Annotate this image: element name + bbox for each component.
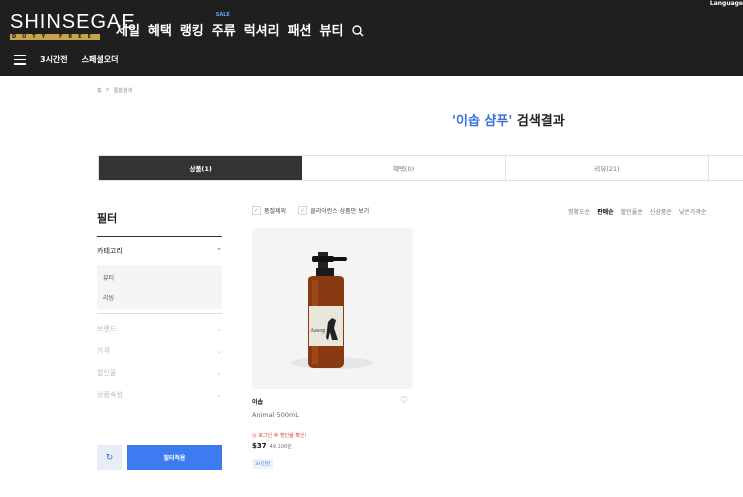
nav-liquor[interactable]: SALE 주류 [211, 12, 236, 39]
category-item-living[interactable]: 리빙 [103, 287, 216, 307]
sort-accuracy[interactable]: 정확도순 [568, 207, 590, 216]
checkbox-icon[interactable]: ✓ [298, 206, 308, 215]
tab-products[interactable]: 상품(1) [99, 156, 303, 180]
filter-category-label: 카테고리 [97, 247, 123, 255]
apply-filter-button[interactable]: 필터적용 [127, 445, 222, 470]
sort-options: 정확도순 판매순 할인율순 신상품순 낮은가격순 [568, 207, 706, 216]
chevron-up-icon: ⌃ [216, 247, 222, 255]
filter-price-label: 가격 [97, 347, 110, 355]
nav-luxury[interactable]: 럭셔리 [244, 20, 280, 39]
sub-nav: 3시간전 스페셜오더 [14, 54, 118, 65]
bottle-label-text: Aesop [310, 328, 325, 334]
sale-tag: SALE [215, 12, 230, 18]
product-brand[interactable]: 이솝 [252, 397, 263, 406]
result-options: ✓ 품절제외 ✓ 클리어런스 상품만 보기 [252, 206, 369, 215]
filter-actions: ↻ 필터적용 [97, 445, 222, 470]
product-name[interactable]: Animal 500mL [252, 411, 414, 419]
search-icon[interactable] [351, 23, 365, 37]
heart-icon[interactable]: ♡ [400, 396, 408, 406]
category-item-beauty[interactable]: 뷰티 [103, 267, 216, 287]
breadcrumb-current: 통합검색 [113, 88, 133, 94]
nav-sale[interactable]: 세일 [116, 20, 140, 39]
login-promo[interactable]: ◷ 로그인 후 할인율 확인! [252, 432, 414, 440]
page-title: '이솝 샴푸' 검색결과 [452, 110, 565, 129]
chevron-down-icon: ⌄ [216, 325, 222, 333]
sort-sales[interactable]: 판매순 [597, 207, 614, 216]
clearance-only-label: 클리어런스 상품만 보기 [310, 208, 370, 215]
delivery-badge: 3시간전 [252, 459, 274, 469]
result-tabs: 상품(1) 혜택(0) 리뷰(21) [98, 155, 743, 181]
filter-brand-label: 브랜드 [97, 325, 117, 333]
nav-benefits[interactable]: 혜택 [148, 20, 172, 39]
filter-attributes[interactable]: 상품속성 ⌄ [97, 384, 222, 406]
filter-price[interactable]: 가격 ⌄ [97, 340, 222, 362]
login-promo-text: 로그인 후 할인율 확인! [258, 433, 307, 439]
tab-reviews[interactable]: 리뷰(21) [506, 156, 710, 180]
filter-sidebar: 필터 카테고리 ⌃ 뷰티 리빙 브랜드 ⌄ 가격 ⌄ 할인율 ⌄ 상품속성 ⌄ [97, 200, 222, 406]
nav-ranking[interactable]: 랭킹 [180, 20, 204, 39]
sort-low-price[interactable]: 낮은가격순 [679, 207, 707, 216]
filter-discount[interactable]: 할인율 ⌄ [97, 362, 222, 384]
chevron-down-icon: ⌄ [216, 391, 222, 399]
filter-attributes-label: 상품속성 [97, 391, 123, 399]
subnav-3hours[interactable]: 3시간전 [40, 54, 68, 65]
clock-icon: ◷ [252, 432, 257, 439]
category-list: 뷰티 리빙 [97, 265, 222, 309]
nav-beauty[interactable]: 뷰티 [320, 20, 344, 39]
product-brand-row: 이솝 ♡ [252, 396, 414, 406]
search-keyword: '이솝 샴푸' [452, 114, 513, 129]
product-price-usd: $37 [252, 442, 267, 450]
filter-discount-label: 할인율 [97, 369, 117, 377]
chevron-down-icon: ⌄ [216, 347, 222, 355]
filter-title: 필터 [97, 212, 118, 225]
product-card[interactable]: Aesop 이솝 ♡ Animal 500mL ◷ 로그인 후 할인율 확인! … [252, 228, 414, 469]
sort-discount[interactable]: 할인율순 [621, 207, 643, 216]
main-nav: 세일 혜택 랭킹 SALE 주류 럭셔리 패션 뷰티 [116, 12, 365, 39]
clearance-only-option[interactable]: ✓ 클리어런스 상품만 보기 [298, 206, 369, 215]
product-price-row: $37 49,106원 [252, 442, 414, 450]
breadcrumb: 홈 > 통합검색 [97, 87, 132, 94]
top-header: Language SHINSEGAE DUTY FREE 세일 혜택 랭킹 SA… [0, 0, 743, 76]
product-price-krw: 49,106원 [269, 444, 292, 450]
filter-divider [97, 313, 222, 314]
hamburger-menu-icon[interactable] [14, 54, 26, 65]
nav-fashion[interactable]: 패션 [288, 20, 312, 39]
search-result-suffix: 검색결과 [512, 114, 565, 129]
filter-category-header[interactable]: 카테고리 ⌃ [97, 237, 222, 265]
chevron-down-icon: ⌄ [216, 369, 222, 377]
breadcrumb-separator: > [105, 87, 110, 93]
exclude-soldout-option[interactable]: ✓ 품절제외 [252, 206, 286, 215]
sort-new[interactable]: 신상품순 [650, 207, 672, 216]
checkbox-icon[interactable]: ✓ [252, 206, 261, 215]
exclude-soldout-label: 품절제외 [264, 208, 287, 215]
breadcrumb-home[interactable]: 홈 [97, 87, 102, 94]
tab-benefits[interactable]: 혜택(0) [302, 156, 506, 180]
subnav-special-order[interactable]: 스페셜오더 [82, 54, 119, 65]
product-bottle-illustration: Aesop [290, 252, 374, 369]
reset-filter-button[interactable]: ↻ [97, 445, 122, 470]
nav-liquor-label: 주류 [211, 24, 236, 39]
filter-brand[interactable]: 브랜드 ⌄ [97, 318, 222, 340]
tab-more[interactable] [709, 156, 743, 180]
product-image[interactable]: Aesop [252, 228, 413, 389]
refresh-icon: ↻ [105, 452, 114, 463]
logo-subtext: DUTY FREE [10, 34, 100, 40]
language-selector[interactable]: Language [710, 0, 743, 7]
